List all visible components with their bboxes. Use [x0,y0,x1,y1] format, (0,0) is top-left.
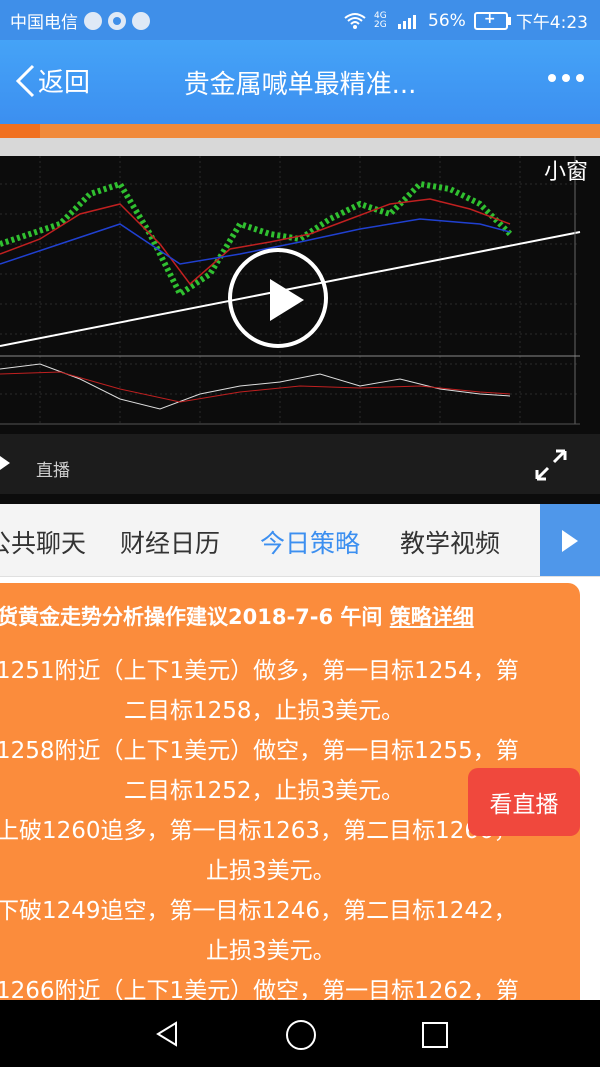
battery-percent: 56% [428,10,466,31]
strategy-headline: 现货黄金走势分析操作建议2018-7-6 午间 策略详细 [0,605,474,629]
back-button[interactable]: 返回 [14,62,90,99]
chevron-left-icon [15,64,35,97]
strategy-line: 1251附近（上下1美元）做多，第一目标1254，第 [0,658,519,684]
signal-icon [398,14,417,29]
nav-home-icon[interactable] [286,1020,316,1050]
status-bar: 中国电信 4G 2G 56% + 下午4:23 [0,0,600,40]
strategy-line: 二目标1252，止损3美元。 [124,778,405,804]
notification-icon [108,11,126,30]
tab-public-chat[interactable]: 公共聊天 [0,524,86,560]
page-title: 贵金属喊单最精准... [183,70,417,100]
tab-today-strategy[interactable]: 今日策略 [260,524,360,560]
network-type: 4G 2G [374,10,387,30]
watch-live-button[interactable]: 看直播 [468,768,580,836]
more-dots-icon[interactable] [548,74,584,82]
system-nav-bar [0,1000,600,1067]
clock: 下午4:23 [515,13,588,33]
strategy-line: 止损3美元。 [206,858,336,884]
strategy-line: 二目标1258，止损3美元。 [124,698,405,724]
live-label: 直播 [36,461,70,481]
app-bar: 返回 贵金属喊单最精准... [0,40,600,124]
strategy-line: 上破1260追多，第一目标1263，第二目标1266， [0,818,517,844]
tab-teaching-video[interactable]: 教学视频 [400,524,500,560]
strategy-line: 1258附近（上下1美元）做空，第一目标1255，第 [0,738,519,764]
video-player[interactable]: 小窗 直播 [0,124,600,504]
notification-icon [84,11,102,30]
carrier-label: 中国电信 [10,13,78,33]
nav-back-icon[interactable] [154,1020,180,1048]
back-label: 返回 [38,68,91,98]
video-controls: 直播 [0,434,600,494]
notification-icon [132,11,150,30]
tab-finance-calendar[interactable]: 财经日历 [120,524,220,560]
mini-window-button[interactable]: 小窗 [544,154,588,186]
battery-charging-icon: + [473,11,511,30]
chevron-right-icon[interactable] [540,504,600,576]
fullscreen-icon[interactable] [534,448,568,482]
strategy-line: 1266附近（上下1美元）做空，第一目标1262，第 [0,978,519,1000]
nav-recents-icon[interactable] [422,1022,448,1048]
wifi-icon [344,12,366,29]
play-icon[interactable] [228,248,328,348]
strategy-line: 止损3美元。 [206,938,336,964]
strategy-detail-link[interactable]: 策略详细 [390,605,474,629]
tab-bar: 公共聊天 财经日历 今日策略 教学视频 [0,504,600,577]
play-icon[interactable] [0,456,10,470]
strategy-line: 下破1249追空，第一目标1246，第二目标1242， [0,898,517,924]
